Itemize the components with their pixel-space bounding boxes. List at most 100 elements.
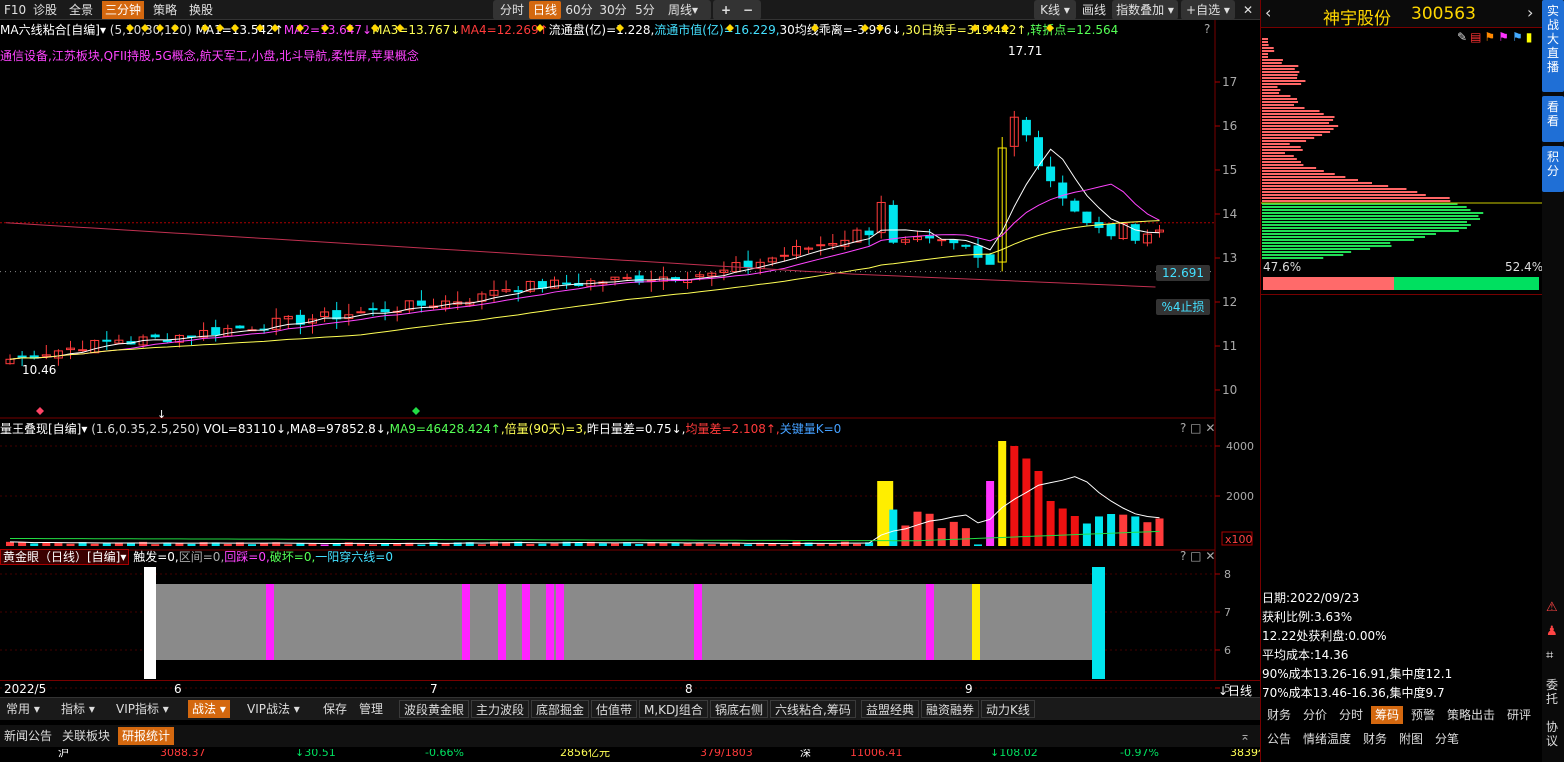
golden-indicator-name[interactable]: 黄金眼（日线）[自编]▾ [0,549,130,565]
period-intraday[interactable]: 分时 [497,1,527,19]
right-tab[interactable]: 公告 [1263,730,1295,748]
candle-body [368,308,378,311]
candle-body [864,230,874,236]
close-icon[interactable]: ✕ [1240,1,1256,19]
volume-bar [974,544,982,546]
indicator-tab[interactable]: 保存 [319,700,351,718]
volume-indicator-name[interactable]: 量王叠现[自编] [0,422,81,436]
indicator-tab[interactable]: 战法 ▾ [188,700,230,718]
info-tab-bar: 新闻公告 关联板块 研报统计 ⌅ [0,725,1260,747]
chip-bar [1262,182,1373,184]
research-stats-tab[interactable]: 研报统计 [118,727,175,745]
volume-bar [127,543,135,546]
indicator-tab[interactable]: 锅底右侧 [710,700,769,718]
indicator-tab[interactable]: 主力波段 [471,700,530,718]
draw-line-button[interactable]: 画线 [1079,1,1109,19]
y-tick-label: 7 [1224,606,1231,619]
period-60min[interactable]: 60分 [563,1,595,19]
collapse-icon[interactable]: ⌅ [1236,727,1254,745]
right-tab[interactable]: 筹码 [1371,706,1404,724]
right-tab[interactable]: 策略出击 [1443,706,1499,724]
next-stock-icon[interactable]: › [1527,3,1533,22]
user-icon[interactable]: ♟ [1546,624,1558,639]
volume-bar [1155,518,1164,546]
chip-bar [1262,95,1291,97]
add-watchlist-dropdown[interactable]: +自选 ▾ [1182,1,1234,19]
volume-panel-controls[interactable]: ? □ ✕ [1180,421,1215,435]
indicator-tab[interactable]: 管理 [355,700,387,718]
indicator-tab[interactable]: 益盟经典 [861,700,920,718]
right-tab[interactable]: 财务 [1263,706,1295,724]
right-tab[interactable]: 分时 [1335,706,1367,724]
three-minute-button[interactable]: 三分钟 [102,1,145,19]
index-overlay-dropdown[interactable]: 指数叠加 ▾ [1113,1,1177,19]
indicator-tab[interactable]: 指标 ▾ [57,700,99,718]
switch-stock-button[interactable]: 换股 [186,1,216,19]
chip-bar [1262,101,1299,103]
volume-bar [853,543,861,546]
chip-bar [1262,227,1467,229]
period-5min[interactable]: 5分 [631,1,659,19]
chevron-down-icon[interactable]: ▾ [120,550,126,564]
golden-legend-value: 回踩=0, [224,550,270,564]
indicator-tab[interactable]: 常用 ▾ [2,700,44,718]
indicator-tab[interactable]: M,KDJ组合 [639,700,708,718]
chip-bar [1262,56,1268,58]
chip-bar [1262,245,1392,247]
indicator-tab[interactable]: 波段黄金眼 [399,700,470,718]
indicator-tab[interactable]: 六线粘合,筹码 [770,700,856,718]
news-tab[interactable]: 新闻公告 [0,727,56,745]
chip-bar [1262,239,1414,241]
x-axis-label: 9 [965,682,973,696]
signal-diamond [396,24,404,32]
indicator-tab[interactable]: VIP战法 ▾ [243,700,304,718]
y-tick-label: 14 [1222,207,1237,221]
volume-legend: 量王叠现[自编]▾ (1.6,0.35,2.5,250) VOL=83110↓,… [0,421,841,437]
order-entrust-button[interactable]: 委托 [1546,678,1560,706]
kline-chart[interactable]: 1716151413121110↓40002000x1008765 [0,20,1260,700]
pullback-bar [522,584,530,660]
golden-panel-controls[interactable]: ? □ ✕ [1180,549,1215,563]
indicator-tab[interactable]: 动力K线 [981,700,1035,718]
related-sector-tab[interactable]: 关联板块 [58,727,114,745]
zoom-out-button[interactable]: − [739,1,757,19]
low-price-label: 10.46 [22,363,57,377]
chevron-down-icon[interactable]: ▾ [81,422,87,436]
right-tab[interactable]: 附图 [1395,730,1427,748]
alert-icon[interactable]: ⚠ [1546,600,1558,615]
indicator-tab[interactable]: 融资融券 [921,700,980,718]
kline-dropdown[interactable]: K线 ▾ [1036,1,1074,19]
period-30min[interactable]: 30分 [597,1,629,19]
volume-bar [683,543,692,546]
f10-button[interactable]: F10 [1,1,29,19]
right-tab[interactable]: 研评 [1503,706,1535,724]
crop-icon[interactable]: ⌗ [1546,648,1553,663]
period-daily[interactable]: 日线 [529,1,561,19]
agreement-button[interactable]: 协议 [1546,720,1560,748]
volume-bar [828,543,837,546]
points-tab[interactable]: 积分 [1542,146,1564,192]
period-weekly[interactable]: 周线▾ [661,1,705,19]
strategy-button[interactable]: 策略 [150,1,180,19]
signal-diamond [346,24,354,32]
indicator-tab[interactable]: 底部掘金 [531,700,590,718]
chip-bar [1262,221,1467,223]
diagnose-button[interactable]: 诊股 [30,1,60,19]
candle-body [17,355,27,358]
indicator-tab[interactable]: VIP指标 ▾ [112,700,173,718]
panorama-button[interactable]: 全景 [66,1,96,19]
right-tab[interactable]: 分价 [1299,706,1331,724]
right-tab[interactable]: 财务 [1359,730,1391,748]
indicator-tab[interactable]: 估值带 [591,700,638,718]
signal-diamond [231,24,239,32]
live-broadcast-tab[interactable]: 实战大直播 [1542,0,1564,92]
watch-tab[interactable]: 看看 [1542,96,1564,142]
prev-stock-icon[interactable]: ‹ [1265,3,1271,22]
candle-body [985,254,995,265]
volume-bar [611,543,619,546]
zoom-in-button[interactable]: + [717,1,735,19]
ticker-item: -0.97% [1120,749,1159,759]
right-tab[interactable]: 情绪温度 [1299,730,1355,748]
right-tab[interactable]: 预警 [1407,706,1439,724]
right-tab[interactable]: 分笔 [1431,730,1463,748]
